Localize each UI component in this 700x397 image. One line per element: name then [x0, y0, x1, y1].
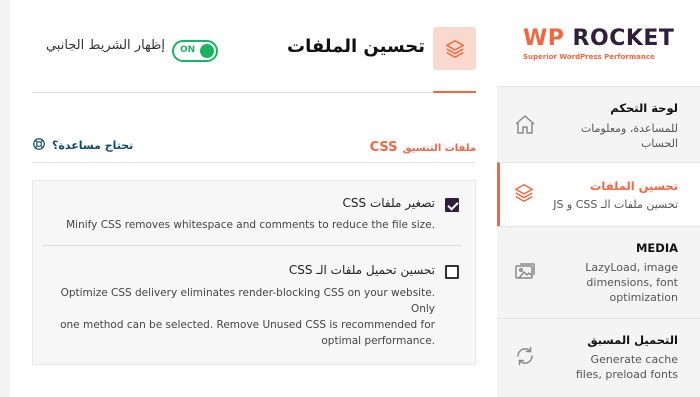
- option-divider: [43, 245, 461, 246]
- sidebar-item-title: التحميل المسبق: [587, 333, 678, 347]
- logo-rocket: ROCKET: [564, 26, 675, 51]
- options-box: تصغير ملفات CSS Minify CSS removes white…: [32, 180, 476, 365]
- sidebar-item-media[interactable]: MEDIA LazyLoad, image dimensions, font o…: [497, 226, 700, 318]
- page-title: تحسين الملفات: [286, 36, 425, 57]
- section-title-prefix: ملفات التنسيق: [402, 143, 476, 154]
- logo-wp: WP: [523, 26, 565, 51]
- optimize-css-delivery-description: Optimize CSS delivery eliminates render-…: [35, 285, 435, 349]
- sidebar-item-title: لوحة التحكم: [610, 101, 678, 115]
- sidebar-item-subtitle: تحسين ملفات الـ CSS و JS: [553, 198, 678, 211]
- sidebar-toggle[interactable]: ON: [172, 40, 218, 62]
- header-divider-accent: [433, 91, 476, 93]
- minify-css-checkbox[interactable]: [445, 198, 459, 212]
- minify-css-label: تصغير ملفات CSS: [342, 196, 435, 210]
- layers-icon: [433, 27, 476, 70]
- description-line: Optimize CSS delivery eliminates render-…: [60, 287, 435, 315]
- sidebar-item-preload[interactable]: التحميل المسبق Generate cache files, pre…: [497, 318, 700, 397]
- app-frame: إظهار الشريط الجانبي ON تحسين الملفات تح…: [0, 0, 700, 397]
- sidebar-item-subtitle: Generate cache files, preload fonts: [575, 353, 678, 381]
- sidebar-item-subtitle: للمساعدة، ومعلومات الحساب: [580, 122, 678, 150]
- description-line: optimal performance.: [321, 335, 435, 347]
- main-panel: إظهار الشريط الجانبي ON تحسين الملفات تح…: [10, 0, 497, 397]
- sidebar-item-title: تحسين الملفات: [589, 179, 678, 193]
- section-divider: [32, 162, 475, 163]
- refresh-icon: [513, 344, 537, 368]
- minify-css-description: Minify CSS removes whitespace and commen…: [66, 219, 435, 231]
- help-link-label: تحتاج مساعدة؟: [52, 139, 134, 152]
- image-icon: [513, 260, 537, 284]
- optimize-css-delivery-checkbox[interactable]: [445, 265, 459, 279]
- wp-rocket-logo: WP ROCKET Superior WordPress Performance: [523, 26, 683, 61]
- lifebuoy-icon: [32, 137, 46, 154]
- home-icon: [513, 113, 537, 137]
- section-title: ملفات التنسيق CSS: [340, 136, 476, 155]
- help-link[interactable]: تحتاج مساعدة؟: [32, 137, 133, 154]
- page-header: إظهار الشريط الجانبي ON تحسين الملفات: [10, 0, 497, 92]
- description-line: one method can be selected. Remove Unuse…: [60, 319, 435, 331]
- optimize-css-delivery-label: تحسين تحميل ملفات الـ CSS: [288, 263, 435, 277]
- logo-tagline: Superior WordPress Performance: [523, 53, 655, 61]
- toggle-knob: [200, 44, 214, 58]
- sidebar-item-file-optimization[interactable]: تحسين الملفات تحسين ملفات الـ CSS و JS: [497, 162, 700, 226]
- header-divider: [32, 92, 475, 93]
- sidebar-item-subtitle: LazyLoad, image dimensions, font optimiz…: [585, 261, 678, 304]
- sidebar-item-dashboard[interactable]: لوحة التحكم للمساعدة، ومعلومات الحساب: [497, 86, 700, 162]
- section-title-main: CSS: [369, 140, 398, 155]
- layers-icon: [513, 182, 537, 206]
- sidebar: WP ROCKET Superior WordPress Performance…: [497, 0, 700, 397]
- logo-wordmark: WP ROCKET: [523, 26, 683, 51]
- sidebar-item-title: MEDIA: [635, 241, 678, 255]
- toggle-state-text: ON: [180, 45, 196, 55]
- sidebar-toggle-label: إظهار الشريط الجانبي: [45, 38, 165, 53]
